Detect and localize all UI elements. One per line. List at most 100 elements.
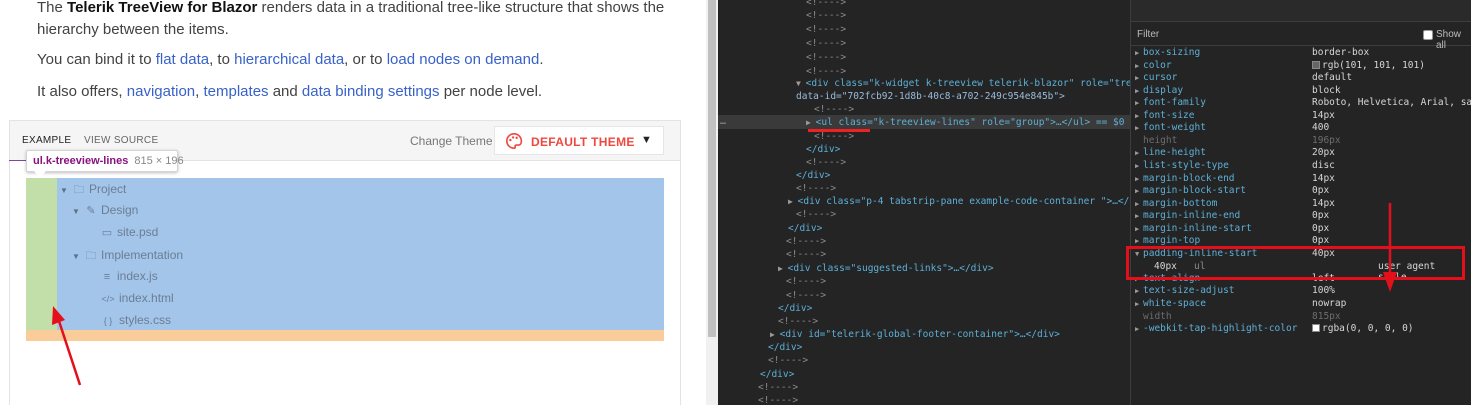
expand-arrow-icon[interactable]: ▶ (770, 330, 780, 339)
templates-link[interactable]: templates (204, 83, 269, 100)
computed-property[interactable]: ▶ color rgb(101, 101, 101) (1131, 60, 1471, 73)
computed-property[interactable]: ▶ margin-inline-end 0px (1131, 210, 1471, 223)
computed-property[interactable]: ▶ cursor default (1131, 72, 1471, 85)
computed-property[interactable]: width 815px (1131, 311, 1471, 324)
dom-comment[interactable]: <!----> (758, 395, 798, 405)
expand-arrow-icon[interactable]: ▶ (788, 197, 798, 206)
tree-node[interactable]: { } styles.css (88, 313, 171, 327)
dom-node[interactable]: ▼ <div class="k-widget k-treeview teleri… (796, 78, 1130, 89)
collapse-arrow-icon[interactable]: ▼ (796, 79, 806, 88)
expand-arrow-icon[interactable]: ▼ (72, 207, 84, 216)
color-swatch[interactable] (1312, 60, 1320, 69)
dom-comment[interactable]: <!----> (778, 316, 818, 327)
expand-arrow-icon[interactable]: ▼ (72, 252, 84, 261)
dom-comment[interactable]: <!----> (786, 276, 826, 287)
theme-dropdown[interactable]: DEFAULT THEME ▼ (494, 126, 664, 155)
expand-arrow-icon[interactable]: ▶ (1135, 49, 1139, 57)
tab-view-source[interactable]: VIEW SOURCE (84, 135, 158, 146)
dom-comment[interactable]: <!----> (806, 66, 846, 77)
dom-comment[interactable]: <!----> (768, 355, 808, 366)
expand-arrow-icon[interactable]: ▶ (1135, 300, 1139, 308)
tree-node[interactable]: ≡ index.js (88, 269, 158, 283)
dom-node[interactable]: </div> (788, 223, 822, 234)
computed-property[interactable]: ▶ font-weight 400 (1131, 122, 1471, 135)
dom-node[interactable]: ▶ <div class="p-4 tabstrip-pane example-… (788, 196, 1130, 207)
tree-node[interactable]: ▼ 🗀 Implementation (72, 247, 183, 266)
dom-node[interactable]: </div> (760, 369, 794, 380)
computed-property[interactable]: ▶ box-sizing border-box (1131, 47, 1471, 60)
computed-property[interactable]: ▶ font-family Roboto, Helvetica, Arial, sa… (1131, 97, 1471, 110)
dom-comment[interactable]: <!----> (806, 52, 846, 63)
dom-comment[interactable]: <!----> (814, 131, 854, 142)
expand-arrow-icon[interactable]: ▶ (1135, 62, 1139, 70)
expand-arrow-icon[interactable]: ▶ (1135, 225, 1139, 233)
dom-node-text: <div class="suggested-links">…</div> (787, 263, 994, 274)
show-all-checkbox[interactable] (1423, 30, 1433, 40)
expand-arrow-icon[interactable]: ▶ (1135, 99, 1139, 107)
computed-property[interactable]: height 196px (1131, 135, 1471, 148)
navigation-link[interactable]: navigation (127, 83, 195, 100)
computed-property[interactable]: ▶ margin-block-start 0px (1131, 185, 1471, 198)
dom-comment[interactable]: <!----> (806, 0, 846, 8)
expand-arrow-icon[interactable]: ▶ (1135, 325, 1139, 333)
expand-arrow-icon[interactable]: ▶ (1135, 187, 1139, 195)
expand-arrow-icon[interactable]: ▼ (60, 186, 72, 195)
tree-node[interactable]: ▭ site.psd (88, 225, 159, 239)
computed-property[interactable]: ▶ font-size 14px (1131, 110, 1471, 123)
expand-arrow-icon[interactable]: ▶ (1135, 87, 1139, 95)
dom-node-selected[interactable]: ▶ <ul class="k-treeview-lines" role="gro… (806, 117, 1125, 128)
computed-property[interactable]: ▶ display block (1131, 85, 1471, 98)
computed-property[interactable]: ▶ list-style-type disc (1131, 160, 1471, 173)
dom-comment[interactable]: <!----> (806, 157, 846, 168)
tree-node[interactable]: </> index.html (88, 291, 173, 305)
dom-comment[interactable]: <!----> (806, 24, 846, 35)
more-icon[interactable]: … (720, 116, 726, 127)
dom-comment[interactable]: <!----> (814, 104, 854, 115)
dom-comment[interactable]: <!----> (796, 209, 836, 220)
dom-comment[interactable]: <!----> (786, 236, 826, 247)
expand-arrow-icon[interactable]: ▶ (1135, 124, 1139, 132)
page-scrollbar-thumb[interactable] (708, 0, 716, 337)
expand-arrow-icon[interactable]: ▶ (1135, 74, 1139, 82)
expand-arrow-icon[interactable]: ▶ (806, 118, 816, 127)
expand-arrow-icon[interactable]: ▶ (1135, 162, 1139, 170)
dom-comment[interactable]: <!----> (786, 249, 826, 260)
expand-arrow-icon[interactable]: ▶ (1135, 237, 1139, 245)
dom-comment[interactable]: <!----> (806, 10, 846, 21)
dom-node[interactable]: </div> (778, 303, 812, 314)
load-on-demand-link[interactable]: load nodes on demand (387, 51, 540, 68)
computed-property[interactable]: ▶ white-space nowrap (1131, 298, 1471, 311)
expand-arrow-icon[interactable]: ▶ (778, 264, 788, 273)
expand-arrow-icon[interactable]: ▶ (1135, 175, 1139, 183)
computed-property[interactable]: ▶ text-size-adjust 100% (1131, 285, 1471, 298)
tree-node[interactable]: ▼ ✎ Design (72, 203, 138, 217)
dom-node[interactable]: data-id="702fcb92-1d8b-40c8-a702-249c954… (796, 91, 1065, 102)
data-binding-settings-link[interactable]: data binding settings (302, 83, 440, 100)
dom-node[interactable]: </div> (796, 170, 830, 181)
expand-arrow-icon[interactable]: ▶ (1135, 287, 1139, 295)
dom-node[interactable]: </div> (806, 144, 840, 155)
expand-arrow-icon[interactable]: ▶ (1135, 149, 1139, 157)
filter-input[interactable]: Filter (1137, 29, 1159, 40)
dom-comment[interactable]: <!----> (796, 183, 836, 194)
computed-property[interactable]: ▶ margin-bottom 14px (1131, 198, 1471, 211)
tab-example[interactable]: EXAMPLE (22, 135, 71, 146)
hierarchical-data-link[interactable]: hierarchical data (234, 51, 344, 68)
expand-arrow-icon[interactable]: ▶ (1135, 112, 1139, 120)
dom-comment[interactable]: <!----> (758, 382, 798, 393)
computed-property[interactable]: ▶ margin-inline-start 0px (1131, 223, 1471, 236)
computed-property[interactable]: ▶ margin-block-end 14px (1131, 173, 1471, 186)
dom-comment[interactable]: <!----> (806, 38, 846, 49)
computed-property[interactable]: ▶ -webkit-tap-highlight-color rgba(0, 0, 0… (1131, 323, 1471, 336)
color-swatch[interactable] (1312, 324, 1320, 333)
dom-node[interactable]: </div> (768, 342, 802, 353)
dom-comment[interactable]: <!----> (786, 290, 826, 301)
dom-node[interactable]: ▶ <div id="telerik-global-footer-contain… (770, 329, 1060, 340)
dom-node[interactable]: ▶ <div class="suggested-links">…</div> (778, 263, 994, 274)
tree-node[interactable]: ▼ 🗀 Project (60, 181, 126, 200)
expand-arrow-icon[interactable]: ▶ (1135, 200, 1139, 208)
tree-node-label: Design (101, 203, 139, 217)
flat-data-link[interactable]: flat data (156, 51, 209, 68)
expand-arrow-icon[interactable]: ▶ (1135, 212, 1139, 220)
computed-property[interactable]: ▶ line-height 20px (1131, 147, 1471, 160)
